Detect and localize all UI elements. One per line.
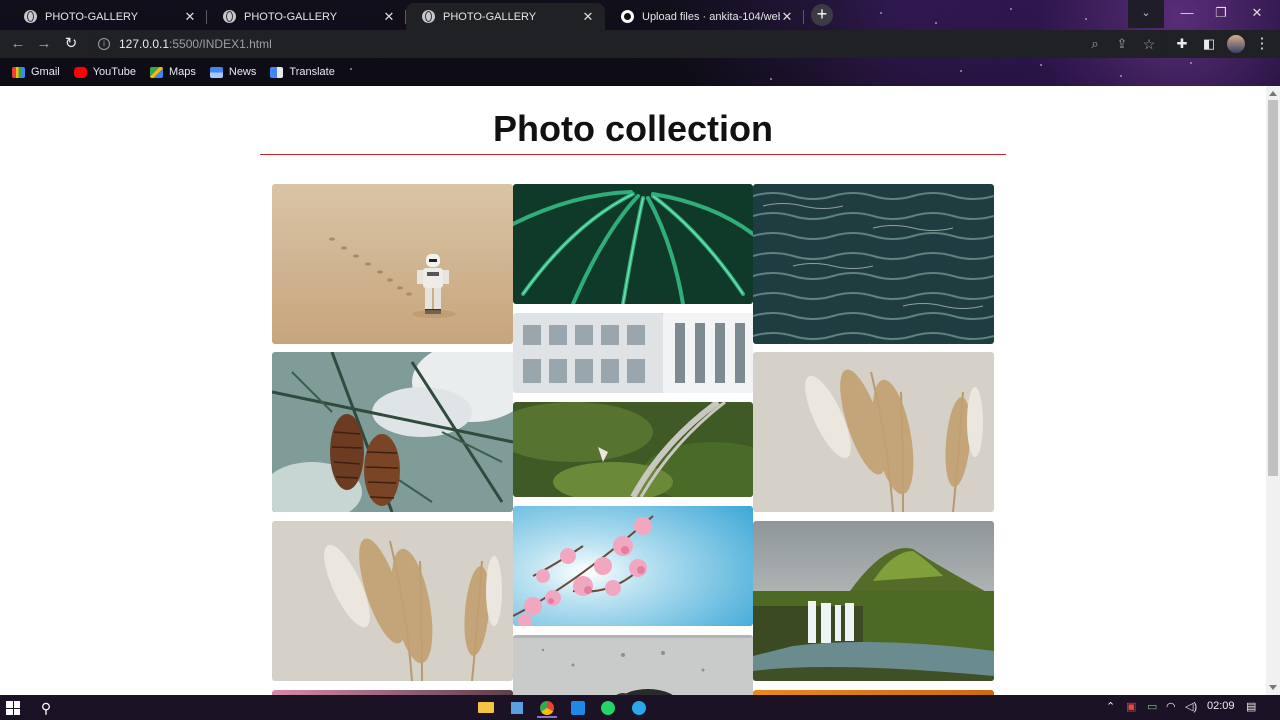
reload-icon[interactable]: ↻ [61,34,81,54]
photo-white-building[interactable] [513,313,753,393]
page-title-bold: Photo [492,108,595,149]
bookmark-star-icon[interactable]: ☆ [1139,34,1159,54]
bookmark-news[interactable]: News [209,66,257,78]
tab-strip: PHOTO-GALLERY ✕ PHOTO-GALLERY ✕ PHOTO-GA… [0,0,1280,30]
youtube-icon [73,66,87,78]
scroll-down-arrow-icon[interactable] [1269,685,1277,690]
page-viewport: Photo collection [0,86,1266,695]
side-panel-icon[interactable]: ◧ [1199,34,1219,54]
pine-cones-image [272,352,513,512]
bookmark-gmail[interactable]: Gmail [12,66,60,78]
app-icon[interactable] [507,698,527,718]
bookmark-label: Gmail [31,66,60,78]
browser-tab-active[interactable]: PHOTO-GALLERY ✕ [406,3,605,30]
url-path: :5500/INDEX1.html [169,37,272,51]
close-icon[interactable]: ✕ [382,9,396,25]
photo-stormtrooper-sand[interactable] [272,184,513,344]
waterfall-image [753,521,994,681]
bookmark-label: YouTube [92,66,136,78]
concrete-wall-image [513,635,753,695]
cherry-blossom-image [513,506,753,626]
tray-chevron-icon[interactable]: ⌃ [1106,700,1115,713]
page-scrollbar[interactable] [1266,86,1280,695]
telegram-icon[interactable] [629,698,649,718]
ocean-image [753,184,994,344]
chrome-icon[interactable] [537,698,557,718]
info-icon[interactable]: i [98,38,110,50]
photo-pampas-grass[interactable] [753,352,994,512]
windows-start-icon[interactable] [6,701,20,715]
tab-title: PHOTO-GALLERY [244,10,338,23]
scroll-up-arrow-icon[interactable] [1269,91,1277,96]
pampas-grass-image [272,521,513,681]
file-explorer-icon[interactable] [476,698,496,718]
tab-title: PHOTO-GALLERY [443,10,537,23]
hills-road-image [513,402,753,497]
scroll-thumb[interactable] [1268,100,1278,476]
tab-title: PHOTO-GALLERY [45,10,139,23]
page-title: Photo collection [260,108,1006,150]
photo-waterfall-mountain[interactable] [753,521,994,681]
bookmark-label: Maps [168,66,196,78]
wifi-icon[interactable]: ◠ [1166,700,1176,713]
globe-icon [422,10,435,23]
zoom-icon[interactable]: ⌕ [1085,34,1105,54]
photo-palm-leaves[interactable] [513,184,753,304]
title-divider [260,154,1006,155]
palm-leaves-image [513,184,753,304]
back-icon[interactable]: ← [8,34,28,54]
browser-tab[interactable]: PHOTO-GALLERY ✕ [207,3,406,30]
volume-icon[interactable]: ◁) [1185,700,1197,713]
share-icon[interactable]: ⇪ [1112,34,1132,54]
stormtrooper-image [272,184,513,344]
security-icon[interactable]: ▣ [1126,700,1136,713]
news-icon [209,66,223,78]
close-window-button[interactable]: ✕ [1234,0,1280,28]
forward-icon[interactable]: → [34,34,54,54]
tab-search-button[interactable]: ⌄ [1128,0,1164,28]
maps-icon [149,66,163,78]
browser-tab[interactable]: Upload files · ankita-104/web-de ✕ [605,3,804,30]
clock[interactable]: 02:09 [1207,700,1235,712]
photo-cherry-blossom[interactable] [513,506,753,626]
photo-pampas-grass[interactable] [272,521,513,681]
new-tab-button[interactable]: + [811,4,833,26]
vscode-icon[interactable] [568,698,588,718]
whatsapp-icon[interactable] [598,698,618,718]
url-host: 127.0.0.1 [119,37,170,51]
bookmark-label: Translate [289,66,335,78]
gmail-icon [12,66,25,78]
browser-chrome: PHOTO-GALLERY ✕ PHOTO-GALLERY ✕ PHOTO-GA… [0,0,1280,86]
page-title-rest: collection [594,108,773,149]
browser-toolbar: ← → ↻ i 127.0.0.1 :5500/INDEX1.html ⌕ ⇪ … [0,30,1280,58]
github-icon [621,10,634,23]
notifications-icon[interactable]: ▤ [1246,700,1256,713]
globe-icon [24,10,37,23]
extensions-icon[interactable]: ✚ [1172,34,1192,54]
pampas-grass-image [753,352,994,512]
windows-taskbar: ⚲ ⌃ ▣ ▭ ◠ ◁) 02:09 ▤ [0,695,1280,720]
search-icon[interactable]: ⚲ [36,698,56,718]
photo-snowy-pine-cones[interactable] [272,352,513,512]
browser-tab[interactable]: PHOTO-GALLERY ✕ [8,3,207,30]
photo-concrete-wall[interactable] [513,635,753,695]
photo-green-hills-road[interactable] [513,402,753,497]
building-image [513,313,753,393]
menu-icon[interactable]: ⋮ [1252,34,1272,54]
translate-icon [270,66,284,78]
bookmark-label: News [228,66,257,78]
globe-icon [223,10,236,23]
bookmark-youtube[interactable]: YouTube [73,66,136,78]
tab-title: Upload files · ankita-104/web-de [642,10,780,23]
battery-icon[interactable]: ▭ [1147,700,1157,713]
bookmarks-bar: Gmail YouTube Maps News Translate [0,58,1280,86]
avatar[interactable] [1227,35,1245,53]
bookmark-translate[interactable]: Translate [270,66,335,78]
close-icon[interactable]: ✕ [581,9,595,25]
close-icon[interactable]: ✕ [183,9,197,25]
address-bar[interactable]: i 127.0.0.1 :5500/INDEX1.html [90,32,1168,56]
bookmark-maps[interactable]: Maps [149,66,196,78]
photo-ocean-water[interactable] [753,184,994,344]
close-icon[interactable]: ✕ [780,9,794,25]
